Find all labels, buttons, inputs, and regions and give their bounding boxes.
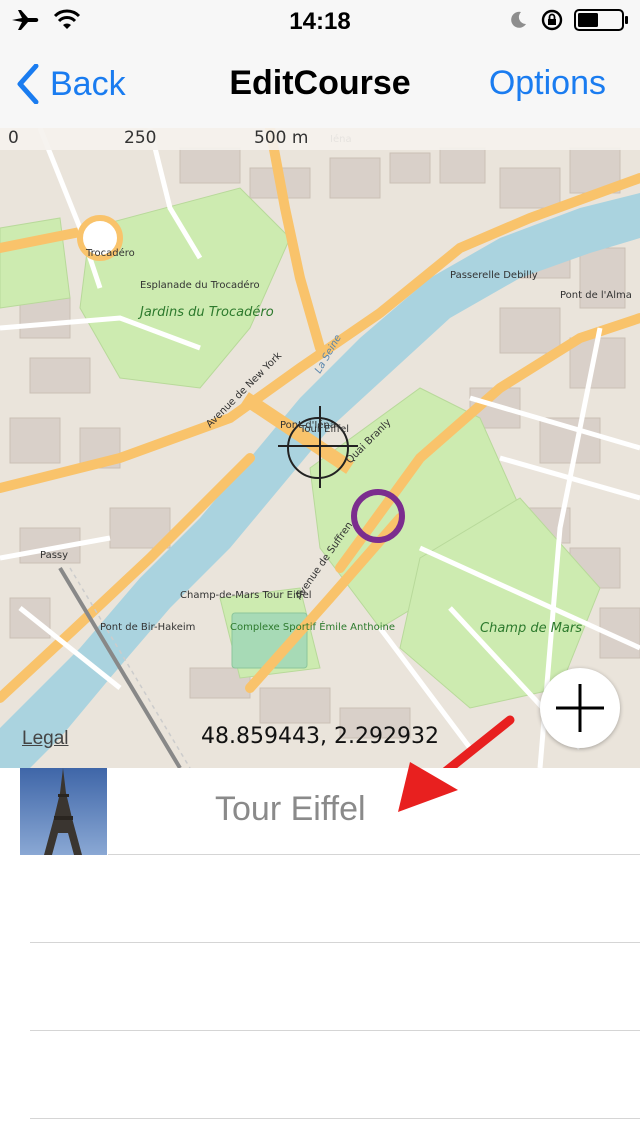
navigation-bar: Back EditCourse Options — [0, 40, 640, 128]
course-list: Tour Eiffel — [0, 768, 640, 1119]
map-label: Jardins du Trocadéro — [137, 305, 274, 320]
scale-label-0: 0 — [8, 128, 19, 148]
map-label: Trocadéro — [85, 247, 135, 259]
battery-icon — [574, 9, 628, 31]
back-label: Back — [50, 64, 126, 103]
scale-bar: 0 250 500 m — [0, 128, 640, 150]
list-item[interactable]: Tour Eiffel — [0, 768, 640, 855]
back-button[interactable]: Back — [16, 62, 126, 106]
list-item[interactable] — [30, 943, 640, 1031]
eiffel-thumbnail — [20, 768, 107, 855]
list-item[interactable] — [30, 1031, 640, 1119]
chevron-left-icon — [17, 64, 39, 104]
plus-icon — [556, 684, 604, 732]
scale-label-500: 500 m — [254, 128, 309, 148]
course-item-label: Tour Eiffel — [215, 790, 366, 828]
status-bar: 14:18 — [0, 0, 640, 40]
add-waypoint-button[interactable] — [540, 668, 620, 748]
map-label: Passy — [40, 550, 68, 561]
moon-icon — [511, 11, 526, 28]
map-view[interactable]: IénaTrocadéroJardins du TrocadéroEsplana… — [0, 128, 640, 768]
map-label: Pont de l'Alma — [560, 290, 632, 301]
options-button[interactable]: Options — [489, 64, 606, 103]
rotation-lock-icon — [541, 9, 563, 31]
map-label: Tour Eiffel — [299, 424, 349, 435]
map-label: Passerelle Debilly — [450, 270, 538, 281]
map-label: Champ-de-Mars Tour Eiffel — [180, 590, 312, 601]
map-label: Pont de Bir-Hakeim — [100, 622, 195, 633]
list-item[interactable] — [30, 855, 640, 943]
map-label: Champ de Mars — [480, 621, 582, 636]
map-label: Complexe Sportif Émile Anthoine — [230, 620, 395, 633]
map-label: Esplanade du Trocadéro — [140, 279, 260, 291]
scale-label-250: 250 — [124, 128, 157, 148]
